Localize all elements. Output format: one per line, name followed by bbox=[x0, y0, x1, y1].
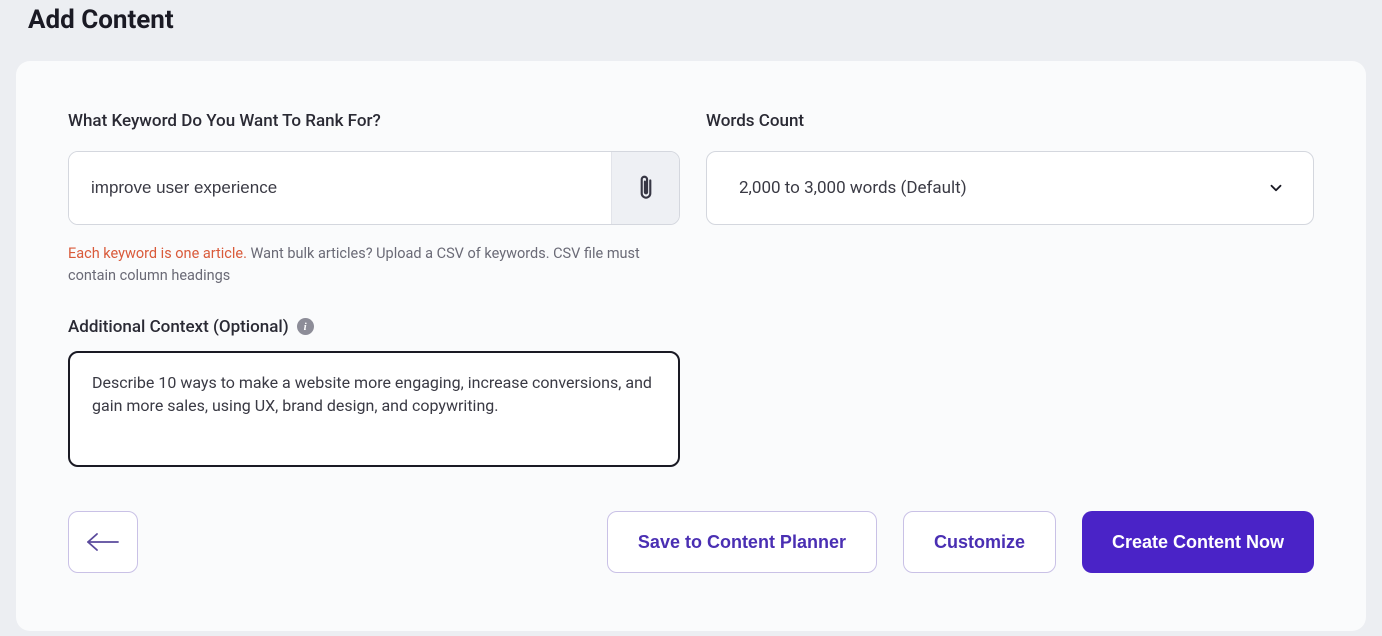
help-emphasis: Each keyword is one article. bbox=[68, 245, 247, 262]
words-count-label: Words Count bbox=[706, 111, 1314, 131]
keyword-input-wrap bbox=[68, 151, 680, 225]
keyword-input[interactable] bbox=[69, 152, 611, 224]
content-card: What Keyword Do You Want To Rank For? Ea… bbox=[16, 61, 1366, 631]
save-to-planner-button[interactable]: Save to Content Planner bbox=[607, 511, 877, 573]
keyword-help-text: Each keyword is one article. Want bulk a… bbox=[68, 243, 680, 287]
paperclip-icon bbox=[633, 173, 659, 203]
keyword-label: What Keyword Do You Want To Rank For? bbox=[68, 111, 680, 131]
keyword-column: What Keyword Do You Want To Rank For? Ea… bbox=[68, 111, 680, 471]
context-label-row: Additional Context (Optional) i bbox=[68, 317, 680, 337]
info-icon[interactable]: i bbox=[297, 318, 314, 335]
form-row: What Keyword Do You Want To Rank For? Ea… bbox=[68, 111, 1314, 471]
chevron-down-icon bbox=[1267, 179, 1285, 197]
page-title: Add Content bbox=[0, 0, 1382, 35]
words-count-value: 2,000 to 3,000 words (Default) bbox=[739, 178, 967, 198]
footer-actions: Save to Content Planner Customize Create… bbox=[607, 511, 1314, 573]
upload-csv-button[interactable] bbox=[611, 152, 679, 224]
context-label: Additional Context (Optional) bbox=[68, 317, 289, 337]
words-count-select[interactable]: 2,000 to 3,000 words (Default) bbox=[706, 151, 1314, 225]
back-button[interactable] bbox=[68, 511, 138, 573]
footer-row: Save to Content Planner Customize Create… bbox=[68, 511, 1314, 573]
customize-button[interactable]: Customize bbox=[903, 511, 1056, 573]
context-textarea[interactable] bbox=[68, 351, 680, 467]
words-count-column: Words Count 2,000 to 3,000 words (Defaul… bbox=[706, 111, 1314, 471]
arrow-left-icon bbox=[86, 532, 120, 552]
create-content-button[interactable]: Create Content Now bbox=[1082, 511, 1314, 573]
